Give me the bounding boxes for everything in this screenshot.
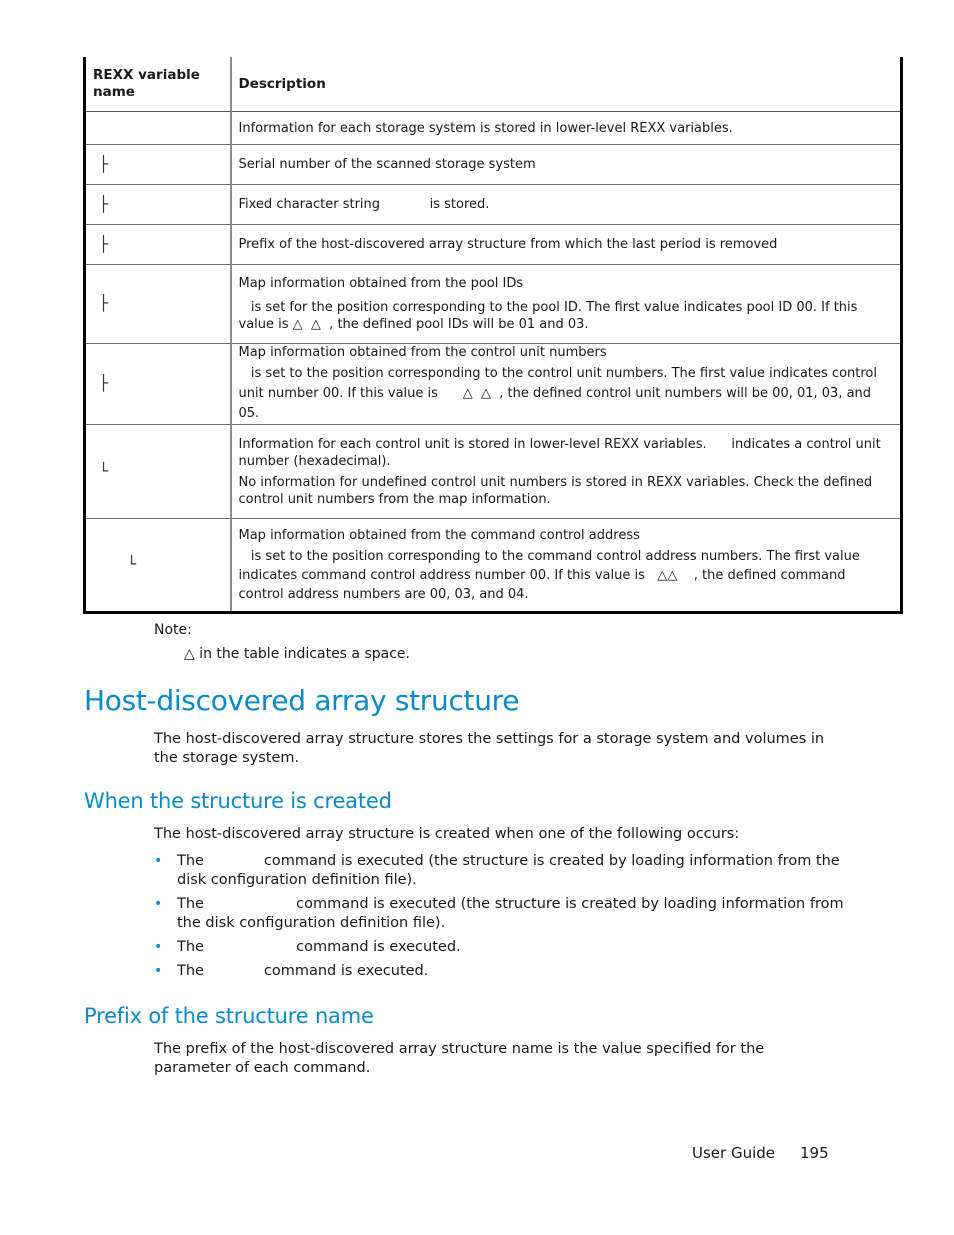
- description-text: Serial number of the scanned storage sys…: [238, 157, 536, 172]
- description-cell: Information for each storage system is s…: [230, 111, 902, 145]
- description-text: Map information obtained from the pool I…: [238, 276, 524, 291]
- bullet-icon: •: [154, 853, 163, 869]
- list-item: • The command is executed.: [154, 938, 844, 957]
- footer-guide-label: User Guide: [692, 1144, 776, 1162]
- description-cell: Fixed character string is stored.: [230, 184, 902, 225]
- description-text: is set to the position corresponding to …: [238, 548, 865, 602]
- when-created-title: When the structure is created: [84, 789, 392, 813]
- creation-conditions-list: • The command is executed (the structure …: [154, 852, 844, 986]
- list-item: • The command is executed.: [154, 962, 844, 981]
- table-header-row: REXX variable name Description: [84, 57, 902, 112]
- description-text: Fixed character string is stored.: [238, 197, 490, 212]
- variable-name-cell: [84, 111, 232, 145]
- table-row: └ Map information obtained from the comm…: [84, 518, 902, 613]
- list-item: • The command is executed (the structure …: [154, 852, 844, 890]
- variable-name-cell: ├: [84, 343, 232, 425]
- tree-branch-icon: ├: [99, 154, 109, 173]
- variable-name-cell: └: [84, 518, 232, 613]
- note-label: Note:: [154, 622, 192, 638]
- variable-name-cell: ├: [84, 224, 232, 265]
- bullet-icon: •: [154, 939, 163, 955]
- table-row: ├ Fixed character string is stored.: [84, 184, 902, 225]
- list-item-text: The command is executed.: [177, 939, 461, 955]
- tree-branch-icon: ├: [99, 194, 109, 213]
- rexx-variable-table: REXX variable name Description Informati…: [83, 57, 903, 614]
- description-text: Prefix of the host-discovered array stru…: [238, 237, 778, 252]
- table-row: Information for each storage system is s…: [84, 111, 902, 145]
- tree-branch-icon: ├: [99, 234, 109, 253]
- description-text: Information for each storage system is s…: [238, 120, 733, 136]
- tree-branch-icon: ├: [99, 374, 109, 392]
- description-cell: Map information obtained from the pool I…: [230, 264, 902, 344]
- description-text: is set to the position corresponding to …: [238, 366, 882, 421]
- column-header-description: Description: [230, 57, 902, 112]
- tree-end-icon: └: [127, 555, 137, 573]
- table-row: ├ Serial number of the scanned storage s…: [84, 144, 902, 185]
- variable-name-cell: ├: [84, 264, 232, 344]
- list-item: • The command is executed (the structure …: [154, 895, 844, 933]
- description-text: is set for the position corresponding to…: [238, 300, 862, 332]
- prefix-title: Prefix of the structure name: [84, 1004, 374, 1028]
- bullet-icon: •: [154, 896, 163, 912]
- description-cell: Map information obtained from the contro…: [230, 343, 902, 425]
- table-row: ├ Map information obtained from the cont…: [84, 343, 902, 425]
- page-number: 195: [800, 1144, 829, 1162]
- note-text: △ in the table indicates a space.: [184, 646, 410, 662]
- list-item-text: The command is executed (the structure i…: [177, 896, 849, 931]
- prefix-text: The prefix of the host-discovered array …: [154, 1041, 811, 1076]
- description-cell: Prefix of the host-discovered array stru…: [230, 224, 902, 265]
- variable-name-cell: └: [84, 424, 232, 519]
- section-intro: The host-discovered array structure stor…: [154, 731, 825, 766]
- table-row: └ Information for each control unit is s…: [84, 424, 902, 519]
- variable-name-cell: ├: [84, 184, 232, 225]
- description-text: Map information obtained from the comman…: [238, 527, 640, 543]
- table-row: ├ Prefix of the host-discovered array st…: [84, 224, 902, 265]
- variable-name-cell: ├: [84, 144, 232, 185]
- list-item-text: The command is executed.: [177, 963, 429, 979]
- description-cell: Information for each control unit is sto…: [230, 424, 902, 519]
- document-page: REXX variable name Description Informati…: [0, 0, 954, 1235]
- table-row: ├ Map information obtained from the pool…: [84, 264, 902, 344]
- when-created-intro: The host-discovered array structure is c…: [154, 826, 740, 842]
- description-text: No information for undefined control uni…: [238, 474, 873, 507]
- description-text: Map information obtained from the contro…: [238, 345, 607, 360]
- description-cell: Map information obtained from the comman…: [230, 518, 902, 613]
- tree-branch-icon: ├: [99, 294, 109, 312]
- list-item-text: The command is executed (the structure i…: [177, 853, 845, 888]
- column-header-name: REXX variable name: [84, 57, 232, 112]
- bullet-icon: •: [154, 963, 163, 979]
- tree-end-icon: └: [99, 461, 109, 480]
- description-text: Information for each control unit is sto…: [238, 436, 885, 469]
- description-cell: Serial number of the scanned storage sys…: [230, 144, 902, 185]
- section-title: Host-discovered array structure: [84, 684, 520, 717]
